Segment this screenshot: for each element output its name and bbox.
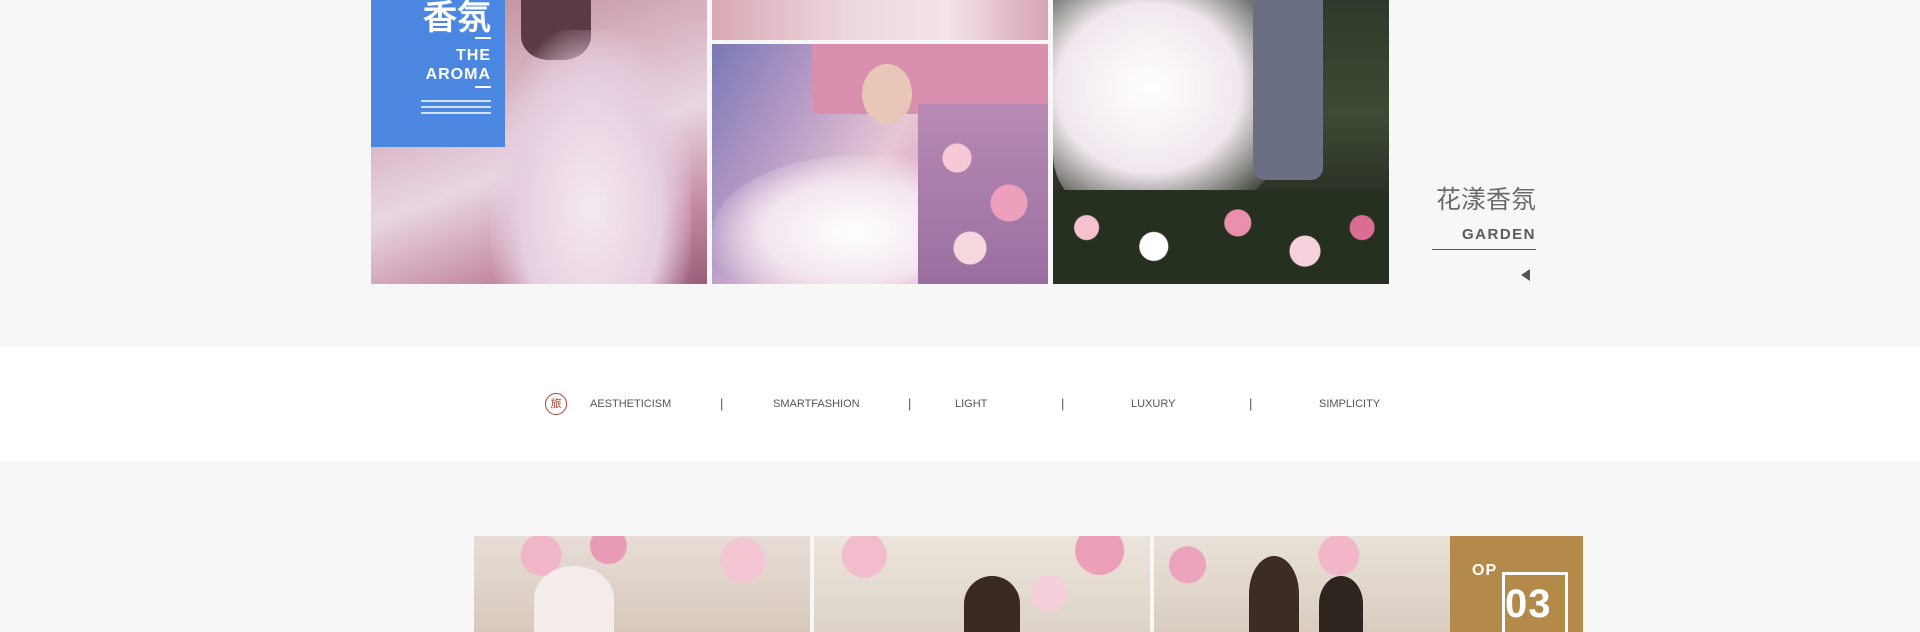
gallery-caption: 花漾香氛 GARDEN (1420, 0, 1536, 284)
op-number-badge: OP 03 (1450, 536, 1583, 632)
shoot-photo-bride-blossoms[interactable] (474, 536, 810, 632)
photo-detail (491, 30, 691, 284)
nav-separator: | (1249, 396, 1253, 411)
aroma-title-en-line2: AROMA (425, 66, 491, 83)
shoot-photo-couple-blossoms[interactable] (1154, 536, 1490, 632)
gallery-photo-couple-garden[interactable] (1053, 0, 1389, 284)
photo-detail (918, 104, 1048, 284)
photo-detail (1253, 0, 1323, 180)
photo-detail (1319, 576, 1363, 632)
nav-item-light[interactable]: LIGHT (955, 398, 987, 410)
page: 香氛 THE AROMA 花漾香氛 GARDEN 旅 AESTHETICISM … (0, 0, 1920, 632)
nav-separator: | (1061, 396, 1065, 411)
nav-item-luxury[interactable]: LUXURY (1131, 398, 1175, 410)
nav-item-simplicity[interactable]: SIMPLICITY (1319, 398, 1380, 410)
photo-detail (862, 64, 912, 124)
divider (475, 37, 491, 39)
caption-subtitle-en: GARDEN (1461, 226, 1536, 243)
photo-detail (1249, 556, 1299, 632)
nav-item-smartfashion[interactable]: SMARTFASHION (773, 398, 860, 410)
brand-seal-icon: 旅 (545, 393, 567, 415)
gallery-photo-strip[interactable] (712, 0, 1048, 40)
photo-detail (964, 576, 1020, 632)
previous-arrow-icon[interactable] (1521, 269, 1530, 281)
aroma-fine-print (421, 100, 491, 118)
gallery-photo-bride-flowers[interactable] (712, 44, 1048, 284)
shoot-photo-groom-blossoms[interactable] (814, 536, 1150, 632)
op-badge-number: 03 (1505, 582, 1552, 626)
nav-separator: | (720, 396, 724, 411)
aroma-title-en-line1: THE (456, 47, 491, 64)
nav-separator: | (908, 396, 912, 411)
nav-item-aestheticism[interactable]: AESTHETICISM (590, 398, 671, 410)
caption-divider (1432, 249, 1536, 250)
aroma-feature-panel: 香氛 THE AROMA (371, 0, 505, 147)
aroma-title-cn: 香氛 (423, 0, 491, 38)
op-badge-prefix: OP (1472, 562, 1498, 579)
caption-title-cn: 花漾香氛 (1435, 185, 1536, 214)
photo-detail (534, 566, 614, 632)
divider (475, 86, 491, 88)
photo-detail (1053, 190, 1389, 284)
